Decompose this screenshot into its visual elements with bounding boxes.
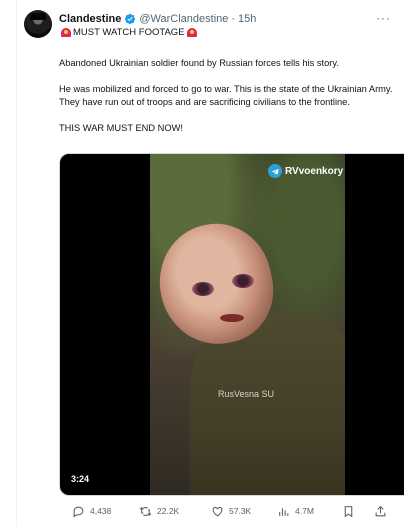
reply-icon — [73, 506, 84, 517]
tweet[interactable]: Clandestine @WarClandestine · 15h ··· MU… — [16, 0, 404, 526]
tweet-paragraph: Abandoned Ukrainian soldier found by Rus… — [59, 58, 339, 68]
video-duration: 3:24 — [67, 472, 94, 486]
views-button[interactable]: 4.7M — [277, 505, 314, 518]
repost-count: 22.2K — [157, 506, 180, 516]
more-icon[interactable]: ··· — [376, 11, 392, 25]
tweet-paragraph: He was mobilized and forced to go to war… — [59, 84, 393, 107]
views-icon — [279, 507, 289, 516]
headline: MUST WATCH FOOTAGE — [59, 27, 199, 38]
siren-icon — [186, 28, 197, 37]
video-figure-mouth — [220, 314, 244, 322]
handle[interactable]: @WarClandestine — [139, 13, 228, 25]
reply-button[interactable]: 4,438 — [72, 505, 111, 518]
view-count: 4.7M — [295, 506, 314, 516]
timeline-left-rule — [0, 0, 17, 526]
channel-watermark: RVvoenkory — [268, 164, 343, 178]
like-count: 57.3K — [229, 506, 252, 516]
share-icon — [375, 505, 386, 516]
like-button[interactable]: 57.3K — [211, 505, 251, 518]
verified-badge-icon — [125, 13, 136, 25]
tweet-text: Abandoned Ukrainian soldier found by Rus… — [59, 57, 404, 148]
video-player[interactable]: RVvoenkory RusVesna SU 3:24 — [59, 153, 404, 496]
separator-dot: · — [231, 13, 236, 25]
display-name[interactable]: Clandestine — [59, 13, 121, 25]
video-frame[interactable]: RVvoenkory RusVesna SU — [150, 154, 345, 495]
avatar[interactable] — [24, 10, 52, 38]
telegram-icon — [268, 164, 282, 178]
timestamp[interactable]: 15h — [238, 13, 256, 25]
bookmark-icon — [344, 505, 353, 517]
bookmark-button[interactable] — [342, 505, 360, 518]
video-figure-eye — [192, 282, 214, 296]
siren-icon — [61, 28, 71, 37]
video-watermark: RusVesna SU — [218, 389, 275, 399]
repost-icon — [139, 506, 152, 516]
tweet-actions: 4,438 22.2K 57.3K 4.7M — [59, 503, 404, 519]
tweet-header: Clandestine @WarClandestine · 15h — [59, 11, 396, 27]
headline-text: MUST WATCH FOOTAGE — [73, 27, 185, 38]
tweet-paragraph: THIS WAR MUST END NOW! — [59, 123, 183, 133]
repost-button[interactable]: 22.2K — [139, 505, 179, 518]
video-figure-eye — [232, 274, 254, 288]
reply-count: 4,438 — [90, 506, 112, 516]
watermark-top-text: RVvoenkory — [285, 165, 344, 177]
share-button[interactable] — [374, 505, 392, 518]
like-icon — [212, 506, 223, 516]
